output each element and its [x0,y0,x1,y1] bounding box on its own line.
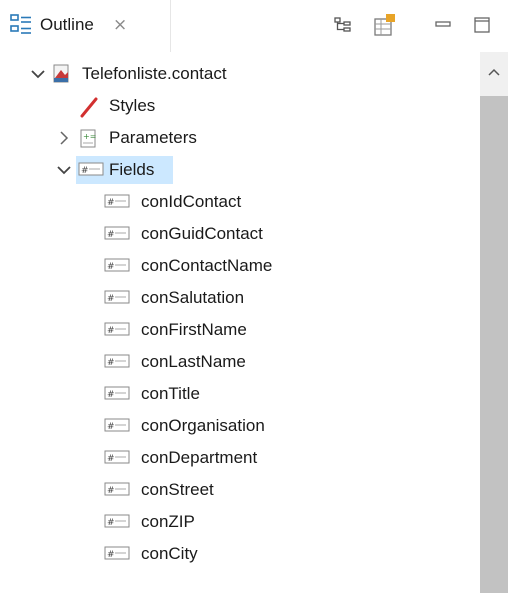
chevron-right-icon[interactable] [56,130,72,146]
tree-item-label: Styles [109,96,156,115]
field-icon: # [104,448,130,468]
tree-item-label: conSalutation [141,288,245,307]
tree-item-label: conCity [141,544,198,563]
tree-item-label: conLastName [141,352,246,371]
tree-item-field[interactable]: # conContactName [0,250,480,282]
tree-item-styles[interactable]: Styles [0,90,480,122]
tree-item-field[interactable]: # conTitle [0,378,480,410]
tree-item-label: Fields [109,160,155,179]
svg-text:#: # [107,326,115,336]
field-icon: # [104,544,130,564]
svg-text:#: # [107,198,115,208]
svg-text:#: # [107,422,115,432]
close-icon[interactable]: ⨯ [113,14,127,36]
tree-item-label: conGuidContact [141,224,263,243]
svg-text:#: # [107,358,115,368]
tree-item-label: conIdContact [141,192,242,211]
tree-item-field[interactable]: # conGuidContact [0,218,480,250]
tree-item-label: Telefonliste.contact [82,64,227,83]
field-icon: # [104,416,130,436]
tree-item-field[interactable]: # conFirstName [0,314,480,346]
minimize-icon[interactable] [430,12,456,38]
field-icon: # [104,480,130,500]
tree-item-parameters[interactable]: += Parameters [0,122,480,154]
styles-icon [78,96,100,118]
tree-item-field[interactable]: # conOrganisation [0,410,480,442]
tree-item-label: conContactName [141,256,273,275]
tree-item-field[interactable]: # conSalutation [0,282,480,314]
tree-item-field[interactable]: # conIdContact [0,186,480,218]
tab-title: Outline [40,15,94,34]
outline-tree[interactable]: Telefonliste.contact Styles += Parameter… [0,52,480,593]
tree-item-label: conStreet [141,480,214,499]
parameters-icon: += [78,128,100,148]
tree-item-label: conTitle [141,384,200,403]
tab-outline[interactable]: Outline ⨯ [0,0,171,52]
chevron-down-icon[interactable] [56,162,72,178]
field-icon: # [104,384,130,404]
svg-text:#: # [107,262,115,272]
tree-item-label: conOrganisation [141,416,265,435]
tree-item-label: Parameters [109,128,197,147]
tree-item-label: conFirstName [141,320,247,339]
tree-item-field[interactable]: # conLastName [0,346,480,378]
svg-text:#: # [107,390,115,400]
tree-item-field[interactable]: # conDepartment [0,442,480,474]
svg-text:#: # [81,166,89,176]
view-tabbar: Outline ⨯ [0,0,508,52]
field-icon: # [104,224,130,244]
field-icon: # [104,192,130,212]
svg-text:#: # [107,486,115,496]
tree-item-field[interactable]: # conZIP [0,506,480,538]
new-element-icon[interactable] [372,12,398,38]
outline-icon [10,14,32,36]
report-icon [52,64,74,84]
field-icon: # [104,352,130,372]
svg-text:#: # [107,294,115,304]
tree-item-label: conZIP [141,512,195,531]
tree-item-label: conDepartment [141,448,258,467]
hierarchy-view-icon[interactable] [330,12,356,38]
tree-item-field[interactable]: # conCity [0,538,480,570]
scrollbar-thumb[interactable] [480,96,508,593]
svg-text:#: # [107,518,115,528]
field-icon: # [104,256,130,276]
chevron-down-icon[interactable] [30,66,46,82]
svg-text:+=: += [83,132,96,141]
field-icon: # [104,512,130,532]
svg-text:#: # [107,550,115,560]
chevron-up-icon[interactable] [486,64,502,80]
maximize-icon[interactable] [469,12,495,38]
field-icon: # [104,320,130,340]
field-icon: # [104,288,130,308]
svg-text:#: # [107,230,115,240]
tree-item-field[interactable]: # conStreet [0,474,480,506]
svg-text:#: # [107,454,115,464]
tree-item-fields[interactable]: # Fields [0,154,480,186]
field-icon: # [78,160,104,180]
tree-item-root[interactable]: Telefonliste.contact [0,58,480,90]
vertical-scrollbar[interactable] [480,52,508,593]
